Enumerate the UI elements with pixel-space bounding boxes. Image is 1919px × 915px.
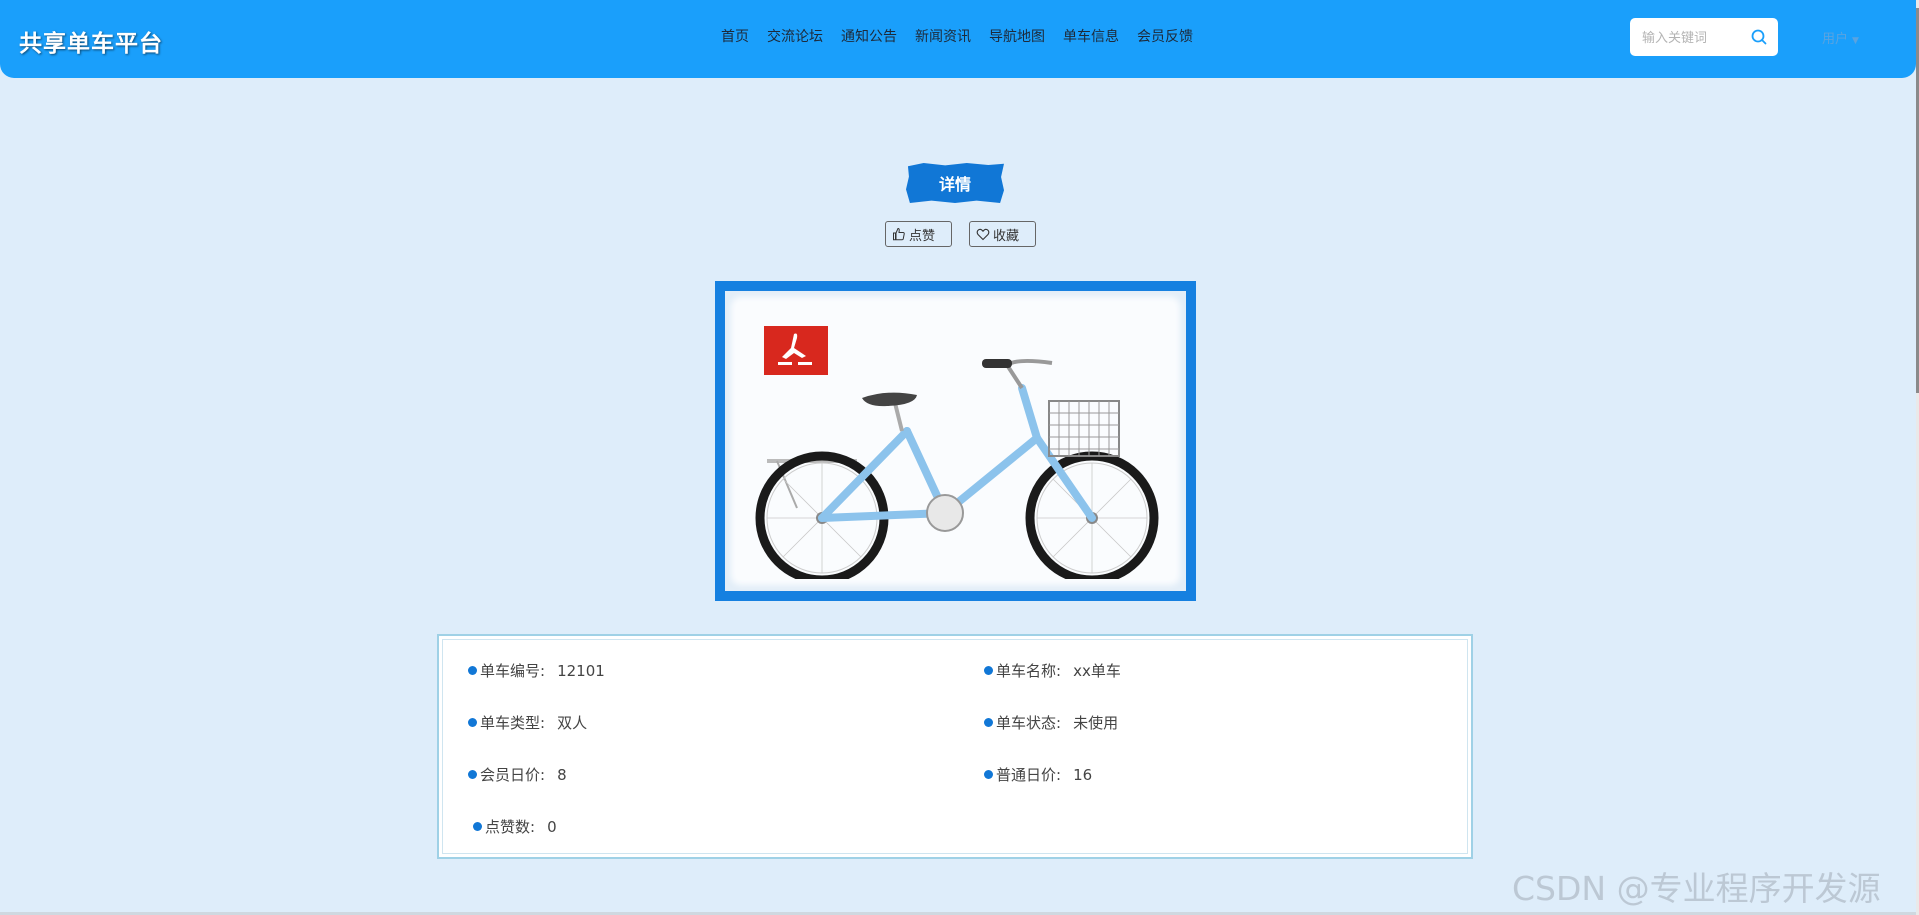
nav-item-feedback[interactable]: 会员反馈 (1128, 26, 1202, 46)
nav-item-news[interactable]: 新闻资讯 (906, 26, 980, 46)
info-label: 点赞数: (485, 818, 536, 836)
info-value: 16 (1073, 765, 1093, 784)
info-value: 0 (547, 817, 557, 836)
bullet-icon (468, 718, 477, 727)
search-box (1630, 18, 1778, 56)
user-menu-label: 用户 (1822, 32, 1849, 47)
info-label: 普通日价: (996, 766, 1062, 784)
detail-title: 详情 (906, 163, 1004, 203)
info-value: 8 (557, 765, 567, 784)
info-value: 双人 (557, 714, 588, 732)
info-item-bike-name: 单车名称: xx单车 (984, 660, 1121, 681)
bullet-icon (984, 770, 993, 779)
bicycle-illustration (755, 358, 1159, 579)
info-label: 单车类型: (480, 714, 546, 732)
heart-icon (976, 228, 990, 241)
nav-item-notice[interactable]: 通知公告 (832, 26, 906, 46)
info-item-bike-number: 单车编号: 12101 (468, 660, 605, 681)
info-item-bike-type: 单车类型: 双人 (468, 712, 587, 733)
info-value: 12101 (557, 661, 605, 680)
info-label: 单车名称: (996, 662, 1062, 680)
search-icon[interactable] (1748, 26, 1770, 48)
search-input[interactable] (1640, 27, 1749, 49)
nav-item-forum[interactable]: 交流论坛 (758, 26, 832, 46)
nav-item-bike-info[interactable]: 单车信息 (1054, 26, 1128, 46)
bullet-icon (468, 666, 477, 675)
info-item-bike-status: 单车状态: 未使用 (984, 712, 1118, 733)
like-button[interactable]: 点赞 (885, 221, 952, 247)
bullet-icon (473, 822, 482, 831)
top-header: 共享单车平台 首页 交流论坛 通知公告 新闻资讯 导航地图 单车信息 会员反馈 … (0, 0, 1916, 78)
bike-photo-frame (715, 281, 1196, 601)
bike-info-panel: 单车编号: 12101 单车名称: xx单车 单车类型: 双人 单车状态: 未使… (437, 634, 1473, 859)
info-item-member-price: 会员日价: 8 (468, 764, 567, 785)
info-label: 单车状态: (996, 714, 1062, 732)
info-item-normal-price: 普通日价: 16 (984, 764, 1092, 785)
info-label: 会员日价: (480, 766, 546, 784)
main-nav: 首页 交流论坛 通知公告 新闻资讯 导航地图 单车信息 会员反馈 (712, 26, 1202, 46)
nav-item-home[interactable]: 首页 (712, 26, 758, 46)
like-label: 点赞 (909, 227, 936, 243)
csdn-watermark: CSDN @专业程序开发源 (1512, 869, 1881, 908)
bike-photo-border (725, 291, 1186, 591)
chevron-down-icon: ▼ (1852, 36, 1859, 46)
user-menu[interactable]: 用户 ▼ (1822, 28, 1859, 47)
nav-item-map[interactable]: 导航地图 (980, 26, 1054, 46)
thumbs-up-icon (893, 227, 905, 241)
favorite-button[interactable]: 收藏 (969, 221, 1036, 247)
bullet-icon (468, 770, 477, 779)
bullet-icon (984, 718, 993, 727)
info-label: 单车编号: (480, 662, 546, 680)
info-value: 未使用 (1073, 714, 1119, 732)
bike-photo (737, 303, 1174, 579)
bullet-icon (984, 666, 993, 675)
site-brand[interactable]: 共享单车平台 (19, 24, 163, 58)
info-item-like-count: 点赞数: 0 (473, 816, 557, 837)
favorite-label: 收藏 (993, 227, 1020, 243)
info-value: xx单车 (1073, 662, 1121, 680)
